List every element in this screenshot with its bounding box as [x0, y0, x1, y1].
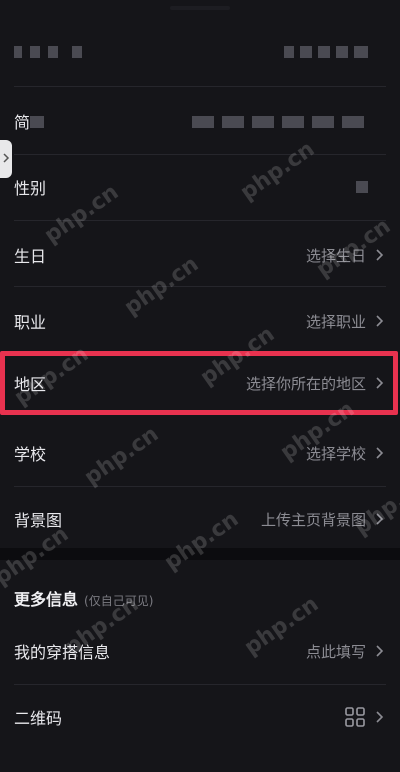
- qrcode-label: 二维码: [14, 709, 63, 728]
- redacted-block: [30, 116, 44, 128]
- row-redacted[interactable]: [0, 20, 400, 86]
- qr-code-icon: [344, 706, 366, 728]
- chevron-right-icon: [2, 150, 10, 169]
- redacted-block: [318, 46, 330, 58]
- redacted-block: [284, 46, 294, 58]
- redacted-block: [336, 46, 348, 58]
- redacted-block: [312, 116, 334, 128]
- redacted-block: [222, 116, 244, 128]
- more-info-title-text: 更多信息: [14, 590, 79, 609]
- chevron-right-icon: [372, 644, 386, 658]
- bio-label: 简: [14, 113, 31, 132]
- chevron-right-icon: [372, 248, 386, 262]
- redacted-block: [48, 46, 58, 58]
- job-label: 职业: [14, 313, 47, 332]
- redacted-block: [14, 46, 22, 58]
- side-drawer-handle[interactable]: [0, 140, 12, 178]
- chevron-right-icon: [372, 710, 386, 724]
- top-notch: [170, 6, 230, 10]
- redacted-block: [354, 46, 368, 58]
- chevron-right-icon: [372, 376, 386, 390]
- row-outfit[interactable]: 我的穿搭信息 点此填写: [0, 618, 400, 684]
- redacted-block: [356, 181, 368, 193]
- region-value-text: 选择你所在的地区: [245, 374, 366, 393]
- school-label: 学校: [14, 445, 47, 464]
- redacted-block: [192, 116, 214, 128]
- redacted-block: [342, 116, 364, 128]
- row-bio[interactable]: 简: [0, 88, 400, 154]
- outfit-value-text: 点此填写: [305, 642, 366, 661]
- row-gender[interactable]: 性别: [0, 154, 400, 220]
- status-bar: [0, 0, 400, 20]
- gender-label: 性别: [14, 179, 47, 198]
- job-value-text: 选择职业: [305, 312, 366, 331]
- divider: [14, 86, 386, 87]
- divider: [14, 286, 386, 287]
- redacted-block: [30, 46, 40, 58]
- chevron-right-icon: [372, 446, 386, 460]
- region-value: 选择你所在的地区: [246, 373, 386, 394]
- redacted-block: [300, 46, 312, 58]
- qrcode-value: [344, 706, 386, 728]
- row-qrcode[interactable]: 二维码: [0, 684, 400, 750]
- chevron-right-icon: [372, 314, 386, 328]
- birthday-label: 生日: [14, 247, 47, 266]
- outfit-value: 点此填写: [306, 641, 386, 662]
- redacted-block: [72, 46, 82, 58]
- row-job[interactable]: 职业 选择职业: [0, 288, 400, 354]
- job-value: 选择职业: [306, 311, 386, 332]
- redacted-block: [252, 116, 274, 128]
- redacted-block: [282, 116, 304, 128]
